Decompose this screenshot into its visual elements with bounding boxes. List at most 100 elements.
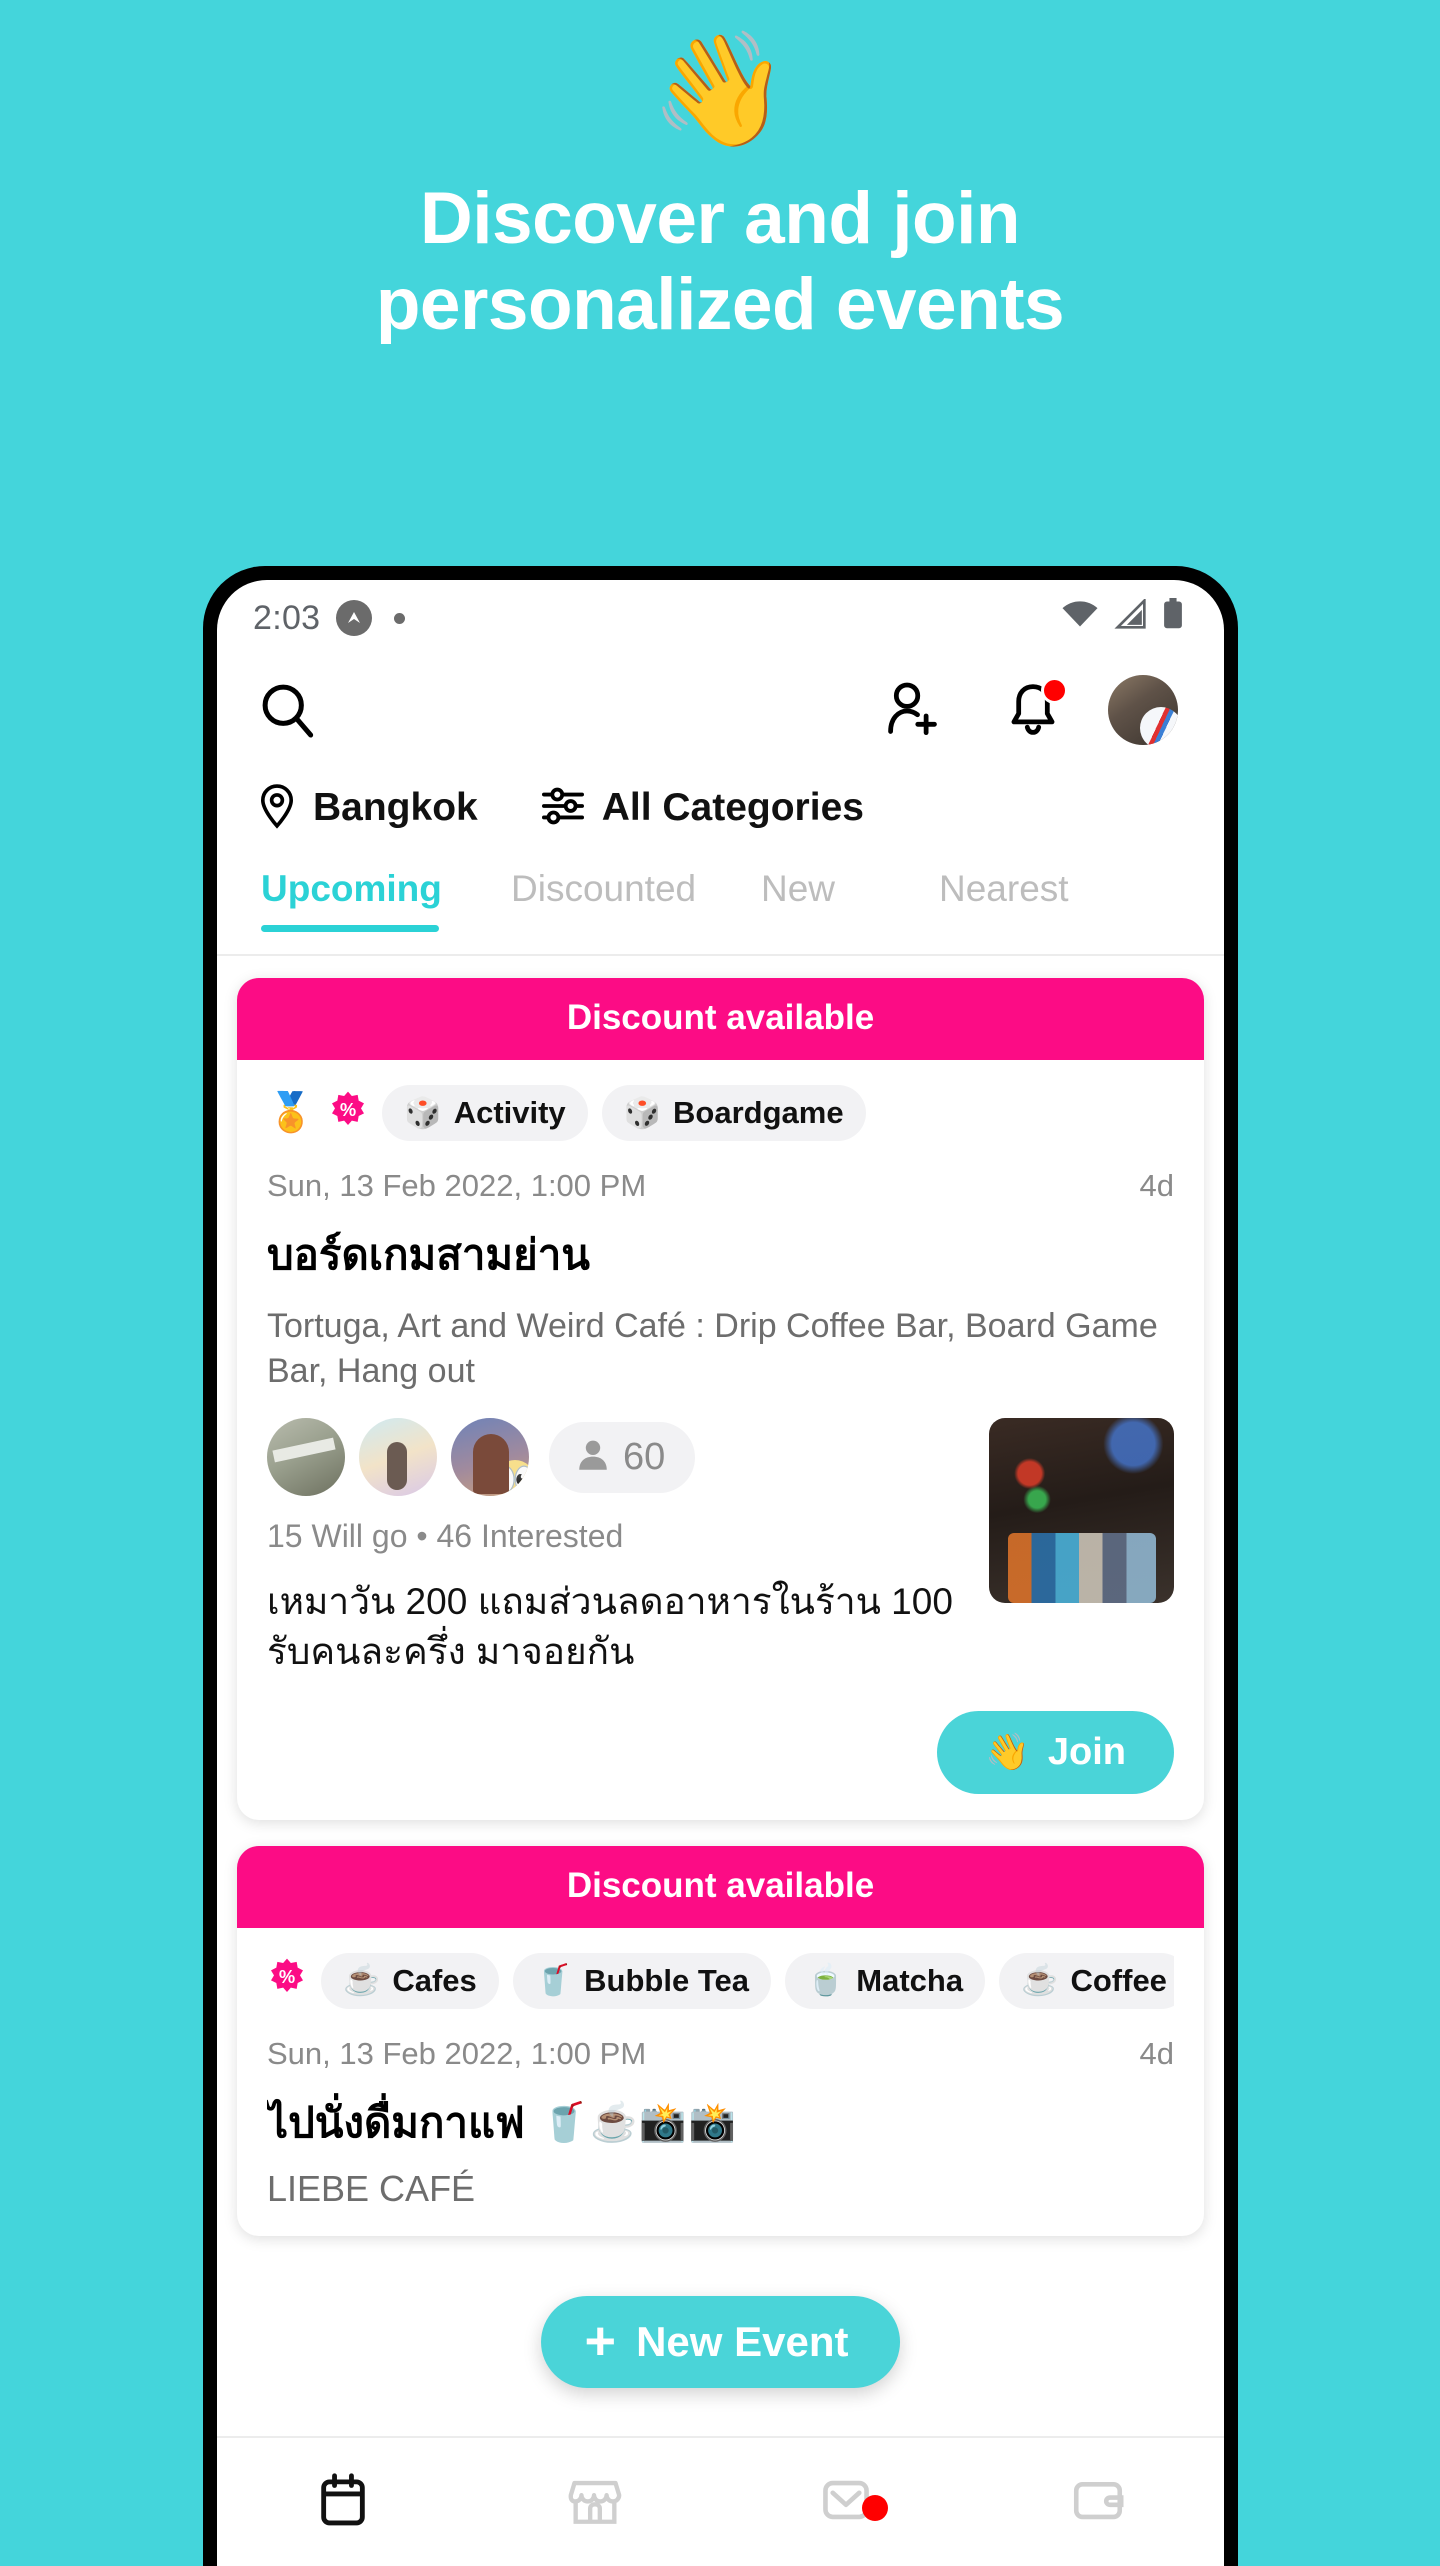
cell-signal-icon [1113,596,1149,638]
battery-icon [1162,597,1184,639]
plus-icon: + [584,2311,617,2372]
tag-cafes[interactable]: ☕ Cafes [321,1952,499,2009]
coffee-icon: ☕ [343,1964,381,1998]
tag-coffee[interactable]: ☕ Coffee [999,1952,1174,2009]
location-label: Bangkok [313,786,478,829]
join-row: 👋 Join [267,1710,1174,1794]
event-meta: Sun, 13 Feb 2022, 1:00 PM 4d [267,2036,1174,2072]
event-card-body: % ☕ Cafes 🥤 Bubble Tea 🍵 Matcha ☕ Coffee… [237,1928,1204,2236]
nav-wallet[interactable] [972,2471,1224,2534]
tag-label: Coffee [1070,1962,1167,1998]
tab-upcoming[interactable]: Upcoming [261,862,511,932]
event-title-emojis: 🥤☕📸📸 [540,2101,739,2144]
tag-label: Bubble Tea [584,1962,749,1998]
wallet-icon [1069,2471,1127,2534]
event-date: Sun, 13 Feb 2022, 1:00 PM [267,1168,647,1203]
event-meta: Sun, 13 Feb 2022, 1:00 PM 4d [267,1168,1174,1204]
nav-mail[interactable] [721,2471,973,2534]
tag-boardgame[interactable]: 🎲 Boardgame [601,1085,866,1141]
nav-store[interactable] [469,2471,721,2534]
event-date: Sun, 13 Feb 2022, 1:00 PM [267,2035,647,2071]
app-top-bar [217,656,1224,764]
notification-badge [1041,677,1068,704]
waving-hand-icon: 👋 [650,27,790,152]
event-title-row: ไปนั่งดื่มกาแฟ 🥤☕📸📸 [267,2090,1174,2156]
svg-text:%: % [279,1966,295,1987]
event-description: เหมาวัน 200 แถมส่วนลดอาหารในร้าน 100 รับ… [267,1581,953,1673]
tab-new[interactable]: New [761,862,939,910]
tag-bubble-tea[interactable]: 🥤 Bubble Tea [512,1952,771,2009]
coffee-icon: ☕ [1021,1964,1059,1998]
attendee-avatars[interactable]: 👀 60 [267,1418,965,1497]
mail-badge [862,2494,889,2521]
tag-label: Matcha [856,1962,964,1998]
event-attendees-block: 👀 60 15 Will go • 46 Interested เหมาวัน … [267,1418,965,1676]
wifi-icon [1060,599,1100,638]
nav-calendar[interactable] [217,2471,469,2534]
phone-screen: 2:03 Bangkok All Categories Upcoming Dis… [217,580,1224,2566]
event-card[interactable]: Discount available % ☕ Cafes 🥤 Bubble Te… [237,1845,1204,2236]
promo-title: Discover and join personalized events [0,176,1440,348]
status-bar: 2:03 [217,580,1224,656]
search-icon[interactable] [257,679,319,741]
event-subtitle: LIEBE CAFÉ [267,2167,476,2209]
discount-percent-icon: % [328,1090,368,1137]
event-card[interactable]: Discount available 🏅 % 🎲 Activity 🎲 Boar… [237,978,1204,1820]
event-time-ago: 4d [1139,2035,1174,2071]
tag-activity[interactable]: 🎲 Activity [382,1085,588,1141]
join-button-label: Join [1047,1730,1126,1773]
event-time-ago: 4d [1139,1168,1174,1203]
promo-header: 👋 Discover and join personalized events [0,0,1440,348]
event-card-body: 🏅 % 🎲 Activity 🎲 Boardgame Sun, 13 Feb 2… [237,1060,1204,1820]
status-bar-time: 2:03 [253,598,321,637]
bell-icon[interactable] [1002,677,1068,741]
attendee-avatar[interactable] [359,1418,437,1497]
dice-icon: 🎲 [404,1096,442,1130]
event-going-text: 15 Will go • 46 Interested [267,1518,624,1555]
avatar[interactable] [1108,675,1178,745]
attendee-avatar[interactable]: 👀 [451,1418,529,1497]
discount-banner: Discount available [237,1845,1204,1928]
event-thumbnail[interactable] [989,1418,1174,1604]
promo-title-line1: Discover and join [420,178,1021,259]
status-bar-icons [1060,596,1184,639]
category-label: All Categories [601,786,864,829]
bottom-navigation [217,2436,1224,2566]
discount-percent-icon: % [267,1957,307,2004]
dice-icon: 🎲 [623,1096,662,1130]
tag-matcha[interactable]: 🍵 Matcha [784,1952,986,2009]
status-dot-icon [394,612,406,624]
phone-mockup: 2:03 Bangkok All Categories Upcoming Dis… [203,566,1238,2566]
new-event-label: New Event [636,2318,849,2365]
waving-hand-icon: 👋 [985,1731,1030,1773]
svg-text:%: % [340,1098,356,1119]
promo-title-line2: personalized events [375,264,1065,346]
location-filter[interactable]: Bangkok [257,783,478,834]
medal-icon: 🏅 [267,1092,315,1134]
location-pin-icon [257,783,297,834]
category-filter[interactable]: All Categories [540,785,864,832]
cup-with-straw-icon: 🥤 [534,1964,573,1998]
attendee-count: 60 [623,1435,666,1478]
person-add-icon[interactable] [882,679,944,741]
filter-sliders-icon [540,785,586,832]
attendee-avatar[interactable] [267,1418,345,1497]
tag-label: Boardgame [673,1095,844,1130]
tab-nearest[interactable]: Nearest [939,862,1129,910]
new-event-fab[interactable]: + New Event [540,2296,901,2388]
tag-label: Cafes [392,1962,477,1998]
event-tags: 🏅 % 🎲 Activity 🎲 Boardgame [267,1082,1174,1144]
app-notification-icon [336,600,373,636]
calendar-icon [314,2471,372,2534]
tab-discounted[interactable]: Discounted [511,862,761,910]
event-middle: 👀 60 15 Will go • 46 Interested เหมาวัน … [267,1418,1174,1676]
event-tags: % ☕ Cafes 🥤 Bubble Tea 🍵 Matcha ☕ Coffee [267,1950,1174,2012]
discount-banner: Discount available [237,978,1204,1060]
tag-label: Activity [453,1095,566,1130]
join-button[interactable]: 👋 Join [937,1710,1174,1794]
event-title: ไปนั่งดื่มกาแฟ [267,2098,525,2146]
matcha-icon: 🍵 [806,1964,845,1998]
person-icon [575,1437,611,1478]
attendee-count-pill[interactable]: 60 [549,1421,696,1493]
eyes-icon: 👀 [494,1460,529,1497]
